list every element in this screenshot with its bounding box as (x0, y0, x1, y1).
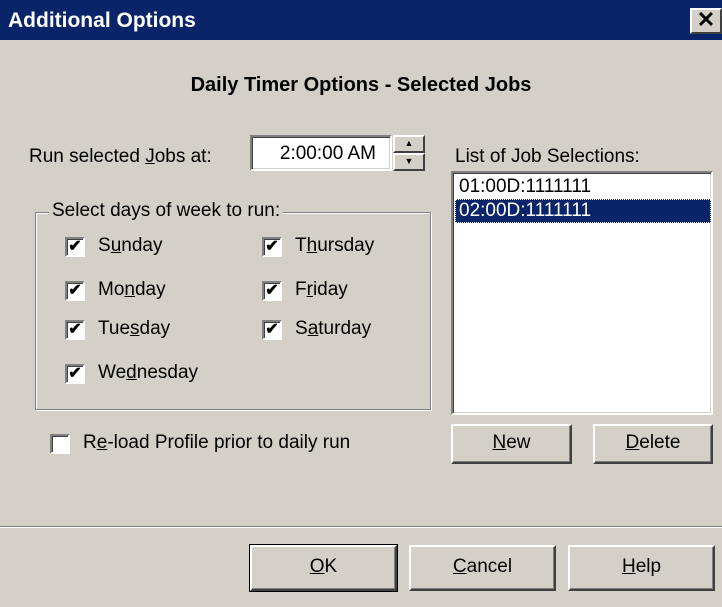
ok-button-label: K (324, 556, 338, 577)
tuesday-label-pre: Tue (98, 318, 131, 339)
list-item-selected[interactable]: 02:00D:1111111 (455, 199, 711, 223)
new-button-label: ew (506, 432, 531, 453)
reload-label-accel: e (96, 432, 108, 453)
monday-label-post: day (134, 279, 166, 300)
sunday-label-pre: S (98, 235, 111, 256)
wednesday-checkbox-box[interactable]: ✔ (65, 364, 85, 384)
monday-label-accel: n (124, 279, 135, 300)
saturday-label: Saturday (295, 318, 371, 340)
job-list[interactable]: 01:00D:1111111 02:00D:1111111 (451, 171, 713, 415)
friday-label-pre: F (295, 279, 307, 300)
new-button[interactable]: New (451, 424, 572, 464)
check-icon: ✔ (68, 365, 82, 382)
friday-label: Friday (295, 279, 348, 301)
sunday-label: Sunday (98, 235, 162, 257)
close-icon: ✕ (696, 7, 716, 32)
check-icon: ✔ (265, 282, 279, 299)
reload-label-post: -load Profile prior to daily run (107, 432, 351, 453)
days-group-label: Select days of week to run: (49, 200, 284, 222)
saturday-label-accel: a (307, 318, 319, 339)
wednesday-label-post: nesday (136, 362, 199, 383)
monday-checkbox-box[interactable]: ✔ (65, 281, 85, 301)
window-title: Additional Options (8, 9, 196, 32)
wednesday-label: Wednesday (98, 362, 198, 384)
reload-label-pre: R (83, 432, 97, 453)
run-at-label-pre: Run selected (29, 146, 146, 167)
check-icon: ✔ (68, 282, 82, 299)
close-button[interactable]: ✕ (690, 8, 722, 34)
help-button-accel: H (621, 556, 636, 577)
check-icon: ✔ (265, 321, 279, 338)
ok-button[interactable]: OK (249, 544, 398, 592)
saturday-checkbox-box[interactable]: ✔ (262, 320, 282, 340)
spin-up-button[interactable]: ▲ (393, 135, 425, 153)
run-at-label: Run selected Jobs at: (29, 146, 212, 168)
new-button-accel: N (492, 432, 507, 453)
saturday-label-post: turday (318, 318, 372, 339)
dialog-heading: Daily Timer Options - Selected Jobs (190, 74, 532, 96)
tuesday-checkbox-box[interactable]: ✔ (65, 320, 85, 340)
monday-label: Monday (98, 279, 166, 301)
tuesday-label-accel: s (130, 318, 140, 339)
title-bar: Additional Options (0, 0, 722, 40)
cancel-button[interactable]: Cancel (409, 545, 556, 591)
spin-down-icon: ▼ (404, 156, 414, 166)
job-list-label: List of Job Selections: (455, 146, 640, 167)
saturday-label-pre: S (295, 318, 308, 339)
delete-button-accel: D (625, 432, 640, 453)
cancel-button-label: ancel (466, 556, 513, 577)
ok-button-accel: O (309, 556, 325, 577)
help-button[interactable]: Help (568, 545, 715, 591)
friday-label-post: iday (312, 279, 348, 300)
reload-checkbox-box[interactable] (50, 434, 70, 454)
delete-button-label: elete (639, 432, 681, 453)
spin-up-icon: ▲ (404, 138, 414, 148)
footer-divider (0, 526, 722, 528)
spin-down-button[interactable]: ▼ (393, 153, 425, 171)
delete-button[interactable]: Delete (593, 424, 713, 464)
tuesday-label: Tuesday (98, 318, 170, 340)
cancel-button-accel: C (452, 556, 467, 577)
thursday-label-pre: T (295, 235, 307, 256)
run-time-field[interactable]: 2:00:00 AM (250, 135, 392, 171)
run-at-label-post: obs at: (154, 146, 212, 167)
wednesday-label-accel: d (126, 362, 137, 383)
run-time-value: 2:00:00 AM (279, 143, 376, 164)
check-icon: ✔ (265, 238, 279, 255)
thursday-label-accel: h (306, 235, 318, 256)
thursday-label-post: ursday (317, 235, 375, 256)
sunday-label-post: nday (121, 235, 163, 256)
tuesday-label-post: day (139, 318, 171, 339)
monday-label-pre: Mo (98, 279, 125, 300)
thursday-checkbox-box[interactable]: ✔ (262, 237, 282, 257)
list-item[interactable]: 01:00D:1111111 (455, 175, 595, 199)
run-time-spinner[interactable]: ▲ ▼ (393, 135, 425, 171)
thursday-label: Thursday (295, 235, 374, 257)
check-icon: ✔ (68, 321, 82, 338)
friday-checkbox-box[interactable]: ✔ (262, 281, 282, 301)
reload-label: Re-load Profile prior to daily run (83, 432, 350, 454)
run-at-label-accel: J (145, 146, 155, 167)
check-icon: ✔ (68, 238, 82, 255)
wednesday-label-pre: We (98, 362, 127, 383)
sunday-label-accel: u (110, 235, 122, 256)
help-button-label: elp (635, 556, 662, 577)
sunday-checkbox-box[interactable]: ✔ (65, 237, 85, 257)
